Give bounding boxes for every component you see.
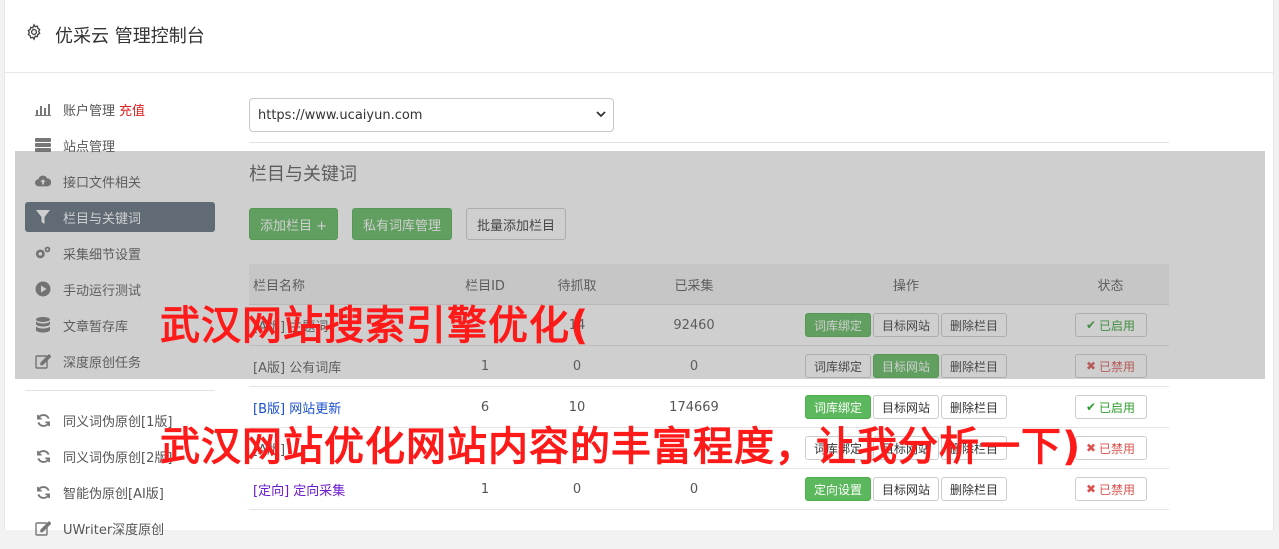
refresh-icon (35, 484, 51, 500)
status-label: 已禁用 (1099, 482, 1136, 497)
cell-pending: 0 (526, 468, 628, 510)
status-toggle[interactable]: ✔ 已启用 (1074, 395, 1147, 419)
sidebar-item-account[interactable]: 账户管理 充值 (25, 94, 215, 124)
sidebar-item-label: 账户管理 (63, 103, 116, 119)
overlay-headline-2: 武汉网站优化网站内容的丰富程度，让我分析一下) (160, 424, 1082, 470)
top-bar: 优采云 管理控制台 (5, 0, 1273, 73)
status-label: 已启用 (1099, 400, 1136, 415)
sidebar-divider (25, 390, 215, 391)
refresh-icon (35, 412, 51, 428)
overlay-headline-1: 武汉网站搜索引擎优化( (160, 303, 590, 349)
cell-status: ✖ 已禁用 (1052, 468, 1169, 510)
site-select[interactable]: https://www.ucaiyun.com (249, 98, 614, 132)
sidebar-item-label: UWriter深度原创 (63, 522, 165, 538)
sidebar-item-uwriter[interactable]: UWriter深度原创 (25, 513, 215, 543)
site-select-wrap: https://www.ucaiyun.com (249, 98, 614, 132)
sidebar-item-label: 同义词伪原创[2版] (63, 450, 173, 466)
main-content: https://www.ucaiyun.com 栏目与关键词 添加栏目 + 私有… (249, 98, 1169, 510)
bar-chart-icon (35, 101, 51, 117)
status-toggle[interactable]: ✖ 已禁用 (1074, 477, 1147, 501)
gear-icon (27, 23, 41, 41)
sidebar-item-ai-rewrite[interactable]: 智能伪原创[AI版] (25, 477, 215, 507)
sidebar-item-label: 同义词伪原创[1版] (63, 414, 173, 430)
status-label: 已禁用 (1099, 441, 1136, 456)
target-site-button[interactable]: 目标网站 (872, 477, 939, 501)
cell-name[interactable]: [定向] 定向采集 (249, 468, 444, 510)
cell-ops: 定向设置 目标网站 删除栏目 (760, 468, 1052, 510)
cell-id: 1 (444, 468, 526, 510)
check-icon: ✔ (1085, 400, 1097, 414)
close-icon: ✖ (1085, 441, 1097, 455)
close-icon: ✖ (1085, 482, 1097, 496)
status-toggle[interactable]: ✖ 已禁用 (1074, 436, 1147, 460)
delete-column-button[interactable]: 删除栏目 (941, 477, 1008, 501)
directed-settings-button[interactable]: 定向设置 (804, 477, 871, 501)
table-row: [定向] 定向采集 1 0 0 定向设置 目标网站 删除栏目 ✖ 已禁用 (249, 468, 1169, 510)
recharge-link[interactable]: 充值 (119, 100, 145, 119)
cell-collected: 0 (628, 468, 760, 510)
row-name: 定向采集 (293, 483, 346, 499)
divider (249, 142, 1169, 143)
page-title: 优采云 管理控制台 (55, 26, 205, 47)
refresh-icon (35, 448, 51, 464)
row-tag: [定向] (253, 483, 290, 499)
edit-icon (35, 520, 51, 536)
sidebar-item-label: 智能伪原创[AI版] (63, 486, 164, 502)
